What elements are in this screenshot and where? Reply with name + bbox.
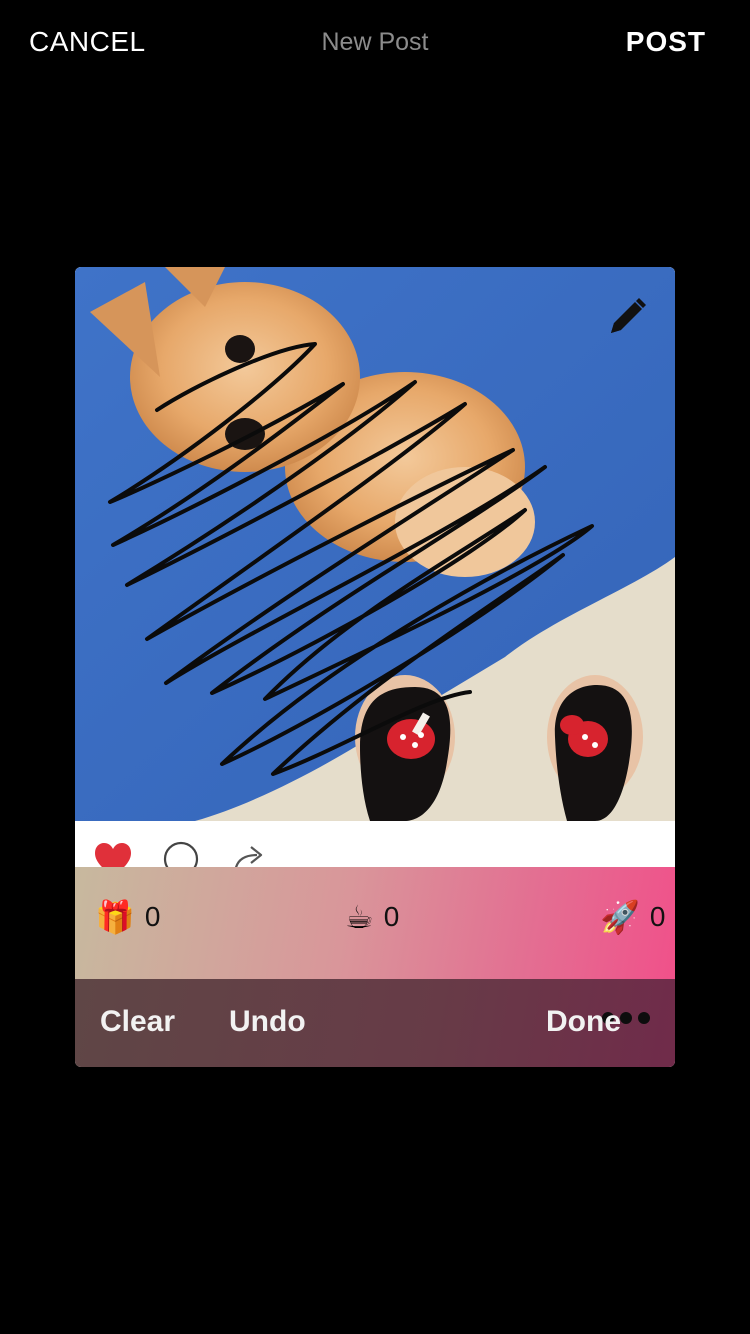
done-button[interactable]: Done [546,1005,621,1039]
post-preview-card: 🎁 0 ☕ 0 🚀 0 Clear Undo Done [75,267,675,1067]
share-icon[interactable] [229,841,269,867]
post-photo[interactable] [75,267,675,821]
reaction-count: 0 [649,901,666,932]
photo-canvas [75,267,675,821]
post-actions-bar [75,821,675,867]
undo-button[interactable]: Undo [229,1005,306,1039]
post-button[interactable]: POST [626,26,706,58]
top-nav-bar: CANCEL New Post POST [0,0,750,86]
reaction-coffee[interactable]: ☕ 0 [345,897,399,937]
comment-icon[interactable] [161,841,201,867]
reactions-bar: 🎁 0 ☕ 0 🚀 0 [75,867,675,979]
drawing-toolbar: Clear Undo Done [75,979,675,1067]
reaction-rocket[interactable]: 🚀 0 [600,897,665,937]
edit-pencil-icon[interactable] [603,295,649,341]
coffee-icon: ☕ [345,898,374,936]
dog-eye [225,335,255,363]
reaction-gift[interactable]: 🎁 0 [95,897,160,937]
rocket-icon: 🚀 [600,898,640,936]
reaction-count: 0 [383,901,400,932]
reaction-count: 0 [144,901,161,932]
heart-icon[interactable] [93,841,133,867]
gift-icon: 🎁 [95,898,135,936]
clear-button[interactable]: Clear [100,1005,175,1039]
